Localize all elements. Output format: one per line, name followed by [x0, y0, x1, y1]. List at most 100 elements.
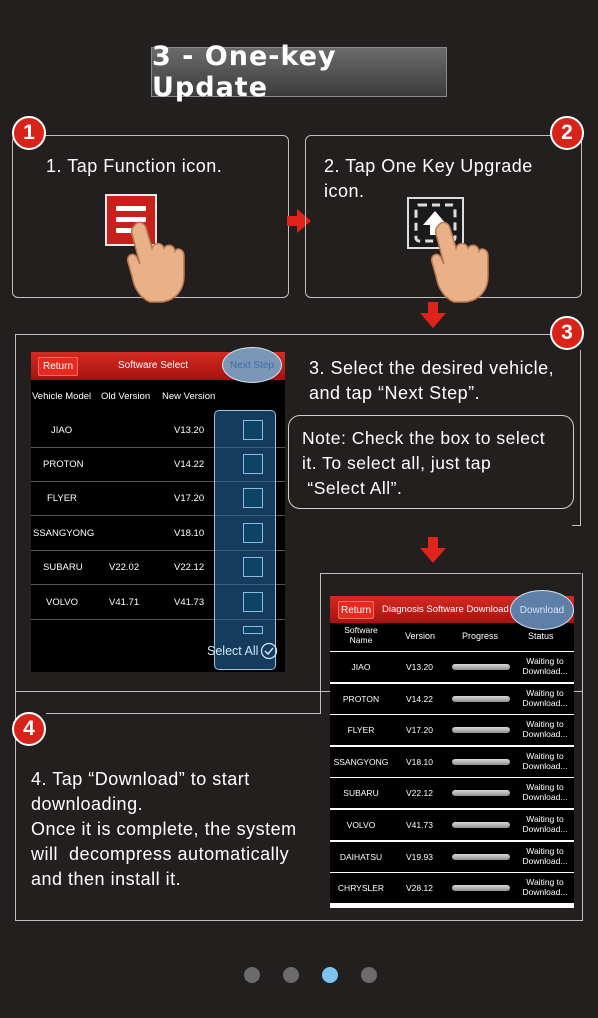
- software-name-cell: JIAO: [351, 662, 371, 672]
- row-checkbox[interactable]: [243, 454, 263, 474]
- step2-badge: 2: [550, 116, 584, 150]
- note-line3: “Select All”.: [302, 478, 403, 498]
- pagination-dot[interactable]: [322, 967, 338, 983]
- progress-bar: [452, 758, 510, 765]
- step4-panel-left-top: [320, 573, 321, 713]
- progress-bar: [452, 727, 510, 734]
- step4-panel-top: [320, 573, 581, 574]
- flow-arrow-right-stem: [287, 216, 297, 226]
- download-table-row: SUBARU V22.12 Waiting to Download...: [330, 778, 574, 809]
- vehicle-model-cell: SUBARU: [43, 562, 83, 573]
- pointing-hand-icon: [126, 221, 185, 303]
- progress-bar: [452, 664, 510, 670]
- software-name-cell: DAIHATSU: [339, 851, 383, 862]
- progress-bar: [452, 822, 510, 828]
- status-cell: Waiting to Download...: [522, 687, 568, 708]
- step1-text: 1. Tap Function icon.: [46, 156, 223, 176]
- status-cell: Waiting to Download...: [522, 656, 568, 676]
- step3-text-line1: 3. Select the desired vehicle,: [309, 358, 555, 378]
- version-cell: V14.22: [406, 693, 433, 704]
- version-cell: V28.12: [406, 883, 433, 894]
- version-cell: V18.10: [406, 756, 433, 767]
- page-title: 3 - One-key Update: [151, 41, 447, 103]
- progress-bar: [452, 790, 510, 797]
- version-header: Version: [405, 631, 436, 641]
- next-step-button[interactable]: Next Step: [222, 347, 282, 383]
- old-version-header: Old Version: [101, 391, 151, 402]
- vehicle-model-header: Vehicle Model: [32, 391, 92, 402]
- step4-line1: 4. Tap “Download” to start: [31, 769, 250, 789]
- next-step-label: Next Step: [230, 359, 274, 371]
- row-checkbox[interactable]: [243, 523, 263, 543]
- step3-text-line2: and tap “Next Step”.: [309, 383, 481, 403]
- vehicle-model-cell: PROTON: [43, 459, 84, 470]
- download-label: Download: [519, 604, 565, 616]
- note-line2: it. To select all, just tap: [302, 453, 492, 473]
- new-version-cell: V22.12: [174, 562, 205, 573]
- status-cell: Waiting to Download...: [522, 845, 568, 866]
- row-checkbox[interactable]: [243, 488, 263, 508]
- status-cell: Waiting to Download...: [522, 750, 568, 771]
- progress-header: Progress: [462, 631, 499, 641]
- software-name-header: Software Name: [344, 625, 378, 645]
- download-table-row: PROTON V14.22 Waiting to Download...: [330, 683, 574, 714]
- new-version-cell: V18.10: [174, 528, 205, 539]
- step3-panel-right-bottom: [572, 525, 581, 526]
- flow-arrow-down: [420, 302, 446, 328]
- download-table-row: VOLVO V41.73 Waiting to Download...: [330, 810, 574, 840]
- new-version-cell: V17.20: [174, 493, 205, 504]
- progress-bar: [452, 695, 510, 702]
- status-cell: Waiting to Download...: [522, 782, 568, 803]
- vehicle-model-cell: FLYER: [47, 493, 77, 504]
- step3-panel-right: [580, 350, 581, 525]
- software-select-title: Software Select: [118, 360, 189, 371]
- step2-text-line1: 2. Tap One Key Upgrade: [324, 156, 533, 176]
- step3-badge: 3: [550, 316, 584, 350]
- old-version-cell: V22.02: [109, 562, 140, 573]
- progress-bar: [452, 853, 510, 860]
- download-table-row: DAIHATSU V19.93 Waiting to Download...: [330, 841, 574, 872]
- new-version-header: New Version: [162, 391, 216, 402]
- step3-panel-top: [15, 334, 551, 335]
- download-table-row: SSANGYONG V18.10 Waiting to Download...: [330, 746, 574, 777]
- step4-panel-mid: [46, 713, 321, 714]
- status-header: Status: [528, 631, 554, 641]
- step4-badge: 4: [12, 712, 46, 746]
- pagination-dot[interactable]: [361, 967, 377, 983]
- download-table-row: JIAO V13.20 Waiting to Download...: [330, 652, 574, 682]
- pagination-dot[interactable]: [244, 967, 260, 983]
- progress-bar: [452, 885, 510, 892]
- step1-badge: 1: [12, 116, 46, 150]
- step4-line5: and then install it.: [31, 869, 182, 889]
- download-title: Diagnosis Software Download: [382, 604, 509, 615]
- flow-arrow-down: [420, 537, 446, 563]
- step4-line2: downloading.: [31, 794, 144, 814]
- software-name-cell: PROTON: [342, 693, 380, 704]
- return-button[interactable]: Return: [338, 601, 374, 619]
- download-table-row: CHRYSLER V28.12 Waiting to Download...: [330, 873, 574, 904]
- version-cell: V19.93: [406, 851, 433, 862]
- vehicle-model-cell: JIAO: [51, 425, 73, 436]
- step4-line3: Once it is complete, the system: [31, 819, 297, 839]
- step4-line4: will decompress automatically: [31, 844, 290, 864]
- version-cell: V13.20: [406, 662, 433, 672]
- version-cell: V17.20: [406, 725, 433, 736]
- pointing-hand-icon: [430, 221, 489, 303]
- status-cell: Waiting to Download...: [522, 814, 568, 834]
- step2-text-line2: icon.: [324, 181, 365, 201]
- row-checkbox[interactable]: [243, 420, 263, 440]
- note-line1: Note: Check the box to select: [302, 428, 546, 448]
- new-version-cell: V13.20: [174, 425, 205, 436]
- return-button[interactable]: Return: [38, 357, 78, 376]
- version-cell: V22.12: [406, 788, 433, 799]
- software-name-cell: SUBARU: [343, 788, 379, 799]
- pagination-dot[interactable]: [283, 967, 299, 983]
- new-version-cell: V14.22: [174, 459, 205, 470]
- vehicle-model-cell: SSANGYONG: [33, 528, 95, 539]
- software-name-cell: FLYER: [347, 725, 375, 736]
- status-cell: Waiting to Download...: [522, 719, 568, 740]
- download-button[interactable]: Download: [510, 590, 574, 630]
- download-table-row: FLYER V17.20 Waiting to Download...: [330, 715, 574, 746]
- status-cell: Waiting to Download...: [522, 877, 568, 898]
- download-screen: Return Diagnosis Software Download Softw…: [330, 596, 574, 908]
